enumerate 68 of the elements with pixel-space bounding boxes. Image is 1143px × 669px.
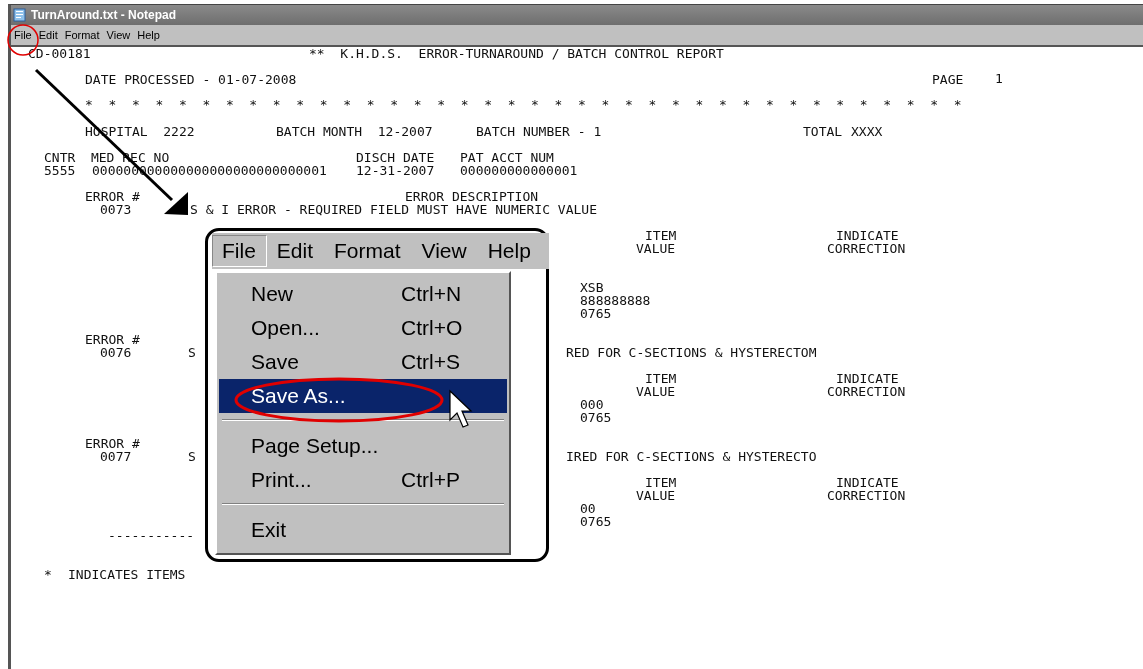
report-text: ERROR # (85, 190, 140, 204)
report-text: * (44, 568, 52, 582)
report-text: 00 (580, 502, 596, 516)
menu-item[interactable]: Format (62, 28, 105, 42)
report-text: 0765 (580, 411, 612, 425)
report-text: RED FOR C-SECTIONS & HYSTERECTOM (566, 346, 817, 360)
report-text: PAGE (932, 73, 964, 87)
menu-item[interactable]: Print... Ctrl+P (219, 463, 507, 497)
report-text: S (188, 450, 196, 464)
menu-item[interactable]: New Ctrl+N (219, 277, 507, 311)
report-text: CORRECTION (827, 242, 906, 256)
report-text: 0765 (580, 515, 612, 529)
menu-item[interactable]: Help (477, 235, 542, 267)
menu-item[interactable]: Edit (266, 235, 325, 267)
report-text: DISCH DATE (356, 151, 435, 165)
report-text: ERROR # (85, 437, 140, 451)
report-text: BATCH MONTH 12-2007 (276, 125, 433, 139)
report-text: 5555 (44, 164, 76, 178)
report-text: VALUE (636, 489, 676, 503)
report-text: INDICATE (836, 476, 899, 490)
report-text: ERROR DESCRIPTION (405, 190, 539, 204)
menu-item[interactable]: Save Ctrl+S (219, 345, 507, 379)
report-text: 0077 (100, 450, 132, 464)
report-text: TOTAL (803, 125, 843, 139)
report-text: DATE PROCESSED - 01-07-2008 (85, 73, 297, 87)
report-text: INDICATE (836, 372, 899, 386)
report-text: ** K.H.D.S. ERROR-TURNAROUND / BATCH CONTROL REPORT (309, 47, 724, 61)
report-text: S & I ERROR - REQUIRED FIELD MUST HAVE NUMERIC VALUE (190, 203, 597, 217)
report-text: ITEM (645, 476, 677, 490)
report-text: ----------- (108, 529, 195, 543)
report-text: INDICATES ITEMS (68, 568, 186, 582)
report-text: IRED FOR C-SECTIONS & HYSTERECTO (566, 450, 817, 464)
menu-item[interactable]: Edit (36, 28, 63, 42)
menu-item[interactable]: Exit (219, 513, 507, 547)
report-text: VALUE (636, 242, 676, 256)
report-text: CORRECTION (827, 385, 906, 399)
report-text: INDICATE (836, 229, 899, 243)
menu-item[interactable]: File (12, 28, 37, 42)
mouse-pointer-icon (449, 389, 473, 428)
window-title: TurnAround.txt - Notepad (31, 8, 177, 22)
report-text: 0765 (580, 307, 612, 321)
report-text: VALUE (636, 385, 676, 399)
menu-item[interactable]: View (411, 235, 478, 267)
report-text: XXXX (851, 125, 883, 139)
report-text: ITEM (645, 229, 677, 243)
menu-item[interactable]: Format (324, 235, 412, 267)
report-text: 1 (995, 72, 1003, 86)
report-text: * * * * * * * * * * * * * * * * * * * * * * * * * * * * * * * * * * * * * * (85, 98, 962, 112)
report-text: BATCH NUMBER - 1 (476, 125, 602, 139)
menu-item[interactable]: File (212, 235, 267, 267)
report-text: 000000000000001 (460, 164, 578, 178)
report-text: XSB (580, 281, 604, 295)
report-text: 888888888 (580, 294, 651, 308)
menu-item[interactable]: Open... Ctrl+O (219, 311, 507, 345)
menu-item[interactable]: Help (135, 28, 165, 42)
menu-item[interactable]: View (104, 28, 136, 42)
report-text: 0073 (100, 203, 132, 217)
report-text: ITEM (645, 372, 677, 386)
report-text: CD-00181 (28, 47, 91, 61)
report-text: PAT ACCT NUM (460, 151, 554, 165)
report-text: ERROR # (85, 333, 140, 347)
menu-item[interactable]: Page Setup... (219, 429, 507, 463)
notepad-icon (13, 8, 27, 22)
report-text: 0076 (100, 346, 132, 360)
report-text: CORRECTION (827, 489, 906, 503)
report-text: 12-31-2007 (356, 164, 435, 178)
report-text: 000 (580, 398, 604, 412)
report-text: S (188, 346, 196, 360)
